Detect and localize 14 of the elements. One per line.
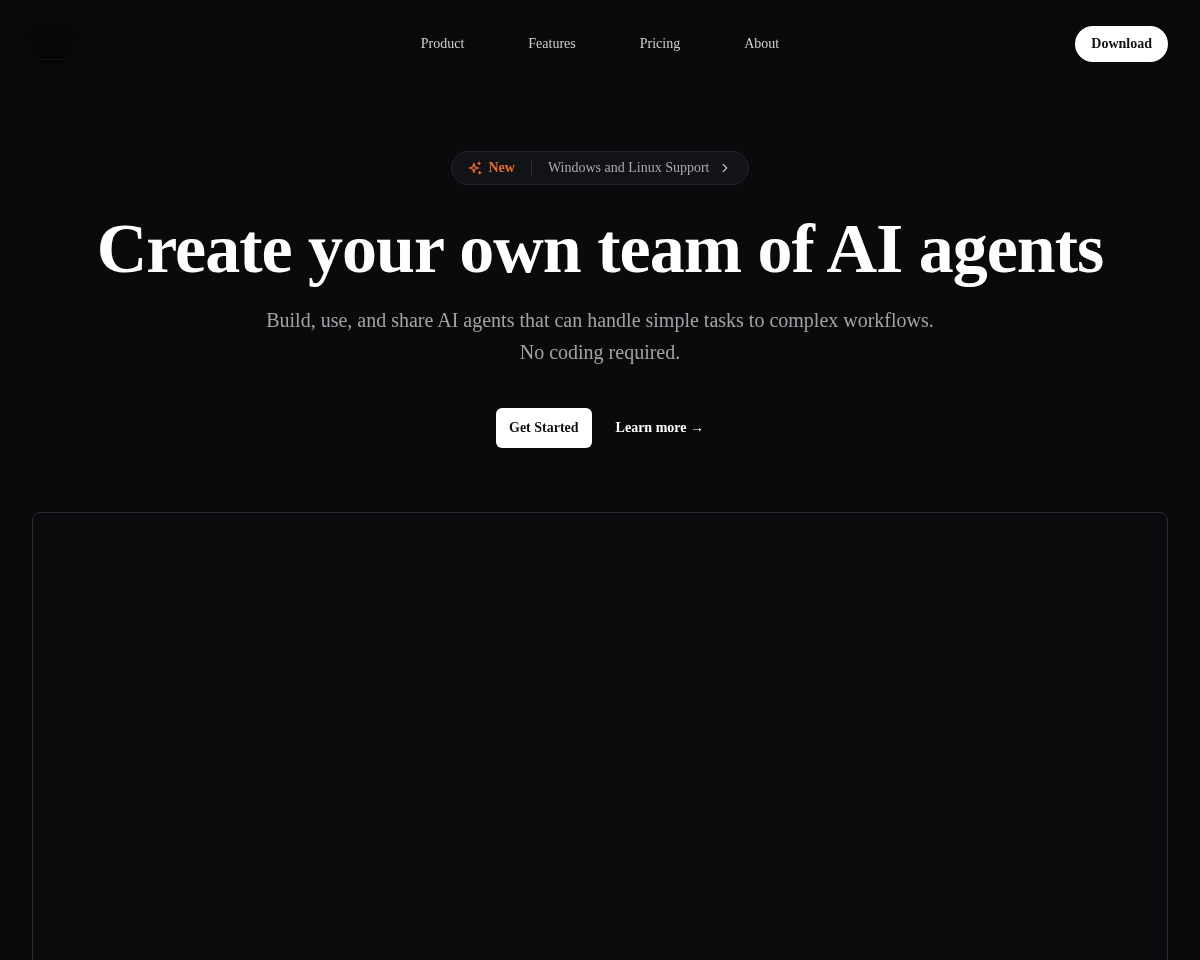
- get-started-button[interactable]: Get Started: [496, 408, 592, 448]
- hero-title: Create your own team of AI agents: [96, 209, 1104, 289]
- nav-link[interactable]: Features: [528, 36, 576, 52]
- nav-link[interactable]: Product: [420, 36, 465, 52]
- new-tag: New: [488, 160, 515, 176]
- download-button[interactable]: Download: [1075, 26, 1168, 62]
- hero-subtitle: No coding required.: [519, 340, 681, 366]
- nav-link[interactable]: Pricing: [639, 36, 681, 52]
- announcement-text: Windows and Linux Support: [547, 160, 710, 176]
- hero-subtitle: Build, use, and share AI agents that can handle simple tasks to complex workflows.: [266, 308, 934, 334]
- learn-more-link[interactable]: Learn more →: [615, 420, 704, 436]
- sparkle-icon: [468, 161, 483, 175]
- nav-link[interactable]: About: [744, 36, 780, 52]
- announcement-badge[interactable]: New Windows and Linux Support: [451, 151, 749, 185]
